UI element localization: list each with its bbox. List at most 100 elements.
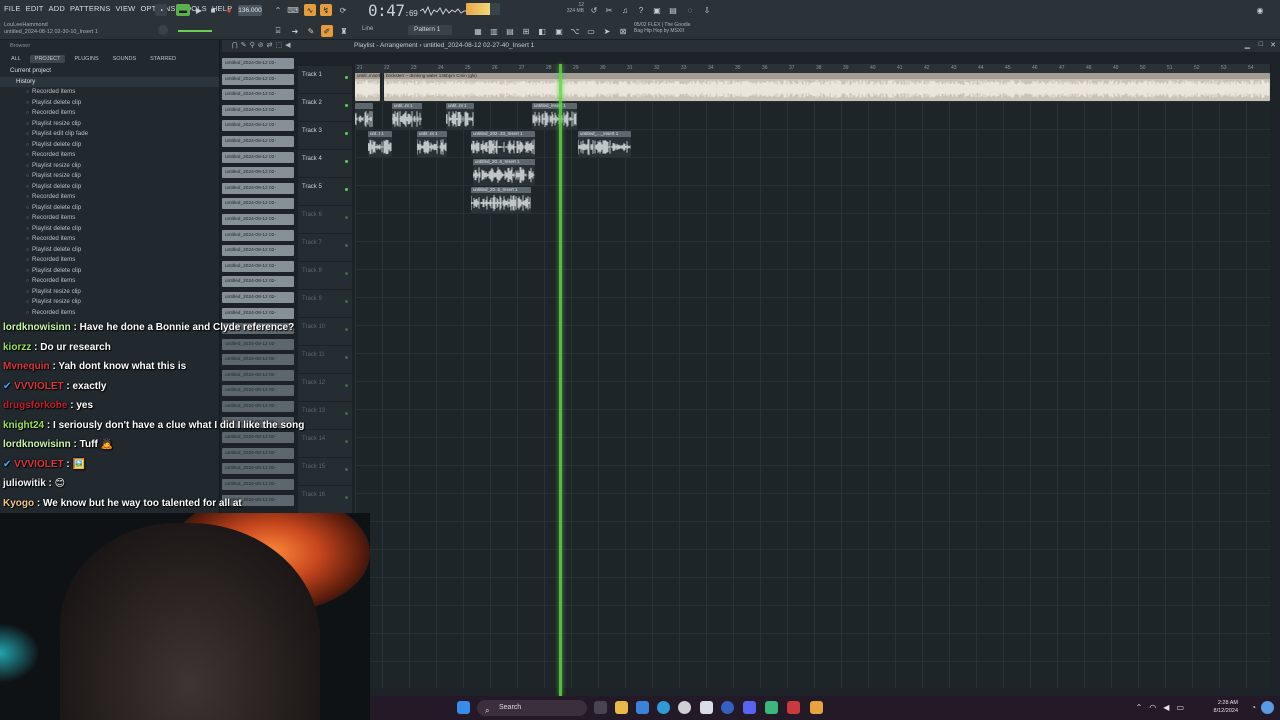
audio-clip[interactable]: untitled_202..33_Insert 1 — [471, 131, 535, 157]
wifi-icon[interactable]: ◠ — [1149, 703, 1156, 712]
bell-icon[interactable]: ◔ — [1251, 703, 1256, 712]
track-mute-led[interactable] — [345, 104, 348, 107]
track-header[interactable]: Track 5 — [298, 178, 352, 206]
zoom-icon[interactable]: ⚲ — [250, 41, 255, 49]
history-item[interactable]: Playlist delete clip — [0, 182, 219, 193]
track-header[interactable]: Track 1 — [298, 66, 352, 94]
tempo-display[interactable]: 136.000 — [238, 5, 262, 16]
track-header[interactable]: Track 3 — [298, 122, 352, 150]
history-item[interactable]: Playlist resize clip — [0, 287, 219, 298]
track-header[interactable]: Track 8 — [298, 262, 352, 290]
history-item[interactable]: Recorded items — [0, 108, 219, 119]
minimize-icon[interactable]: ▁ — [1245, 41, 1250, 49]
audio-clip[interactable]: untit..nt 1 — [446, 103, 474, 129]
app-red-icon[interactable] — [787, 701, 800, 714]
browser-tab-project[interactable]: PROJECT — [29, 55, 66, 63]
audio-clip[interactable]: untitl..Insert — [355, 73, 380, 101]
history-item[interactable]: Recorded items — [0, 276, 219, 287]
maximize-icon[interactable]: □ — [1259, 41, 1263, 48]
track-header[interactable]: Track 6 — [298, 206, 352, 234]
chat-username[interactable]: lordknowisinn — [3, 439, 71, 450]
browser-tab-plugins[interactable]: PLUGINS — [69, 55, 103, 63]
clip-source-item[interactable]: untitled_2024-08-12 02- — [222, 104, 294, 116]
master-volume-knob[interactable] — [158, 25, 168, 35]
playhead[interactable] — [559, 64, 562, 696]
clip-source-item[interactable]: untitled_2024-08-12 02- — [222, 182, 294, 194]
select-icon[interactable]: ⬚ — [276, 41, 283, 49]
master-pitch-slider[interactable] — [178, 30, 212, 32]
history-item[interactable]: Recorded items — [0, 87, 219, 98]
close-icon[interactable]: ✕ — [1270, 41, 1276, 49]
slip-icon[interactable]: ⇄ — [267, 41, 273, 49]
mute-icon[interactable]: ⊘ — [258, 41, 264, 49]
step-edit-icon[interactable]: ∿ — [304, 4, 316, 16]
channel-rack-icon[interactable]: ▤ — [504, 25, 516, 37]
history-item[interactable]: Recorded items — [0, 234, 219, 245]
audio-clip[interactable]: untitled_20..6_Insert 1 — [473, 159, 535, 185]
stop-icon[interactable]: ■ — [207, 4, 219, 16]
menu-patterns[interactable]: PATTERNS — [70, 4, 111, 13]
history-item[interactable]: Playlist resize clip — [0, 161, 219, 172]
track-mute-led[interactable] — [345, 244, 348, 247]
history-item[interactable]: Playlist delete clip — [0, 140, 219, 151]
chat-username[interactable]: kiorzz — [3, 342, 31, 353]
clip-source-item[interactable]: untitled_2024-08-12 02- — [222, 198, 294, 210]
clock[interactable]: 2:28 AM 8/12/2024 — [1214, 699, 1238, 715]
audio-clip[interactable]: untit..nt 1 — [417, 131, 447, 157]
chat-username[interactable]: Mvnequin — [3, 361, 50, 372]
news-panel[interactable]: 05/02 FLEX | The Goodie Bag Hip Hop by M… — [634, 22, 691, 34]
clip-source-item[interactable]: untitled_2024-08-12 02- — [222, 73, 294, 85]
piano-roll-icon[interactable]: ▥ — [488, 25, 500, 37]
help-icon[interactable]: ? — [635, 4, 647, 16]
loop-record-icon[interactable]: ⟳ — [337, 4, 349, 16]
clip-source-item[interactable]: untitled_2024-08-12 02- — [222, 229, 294, 241]
clip-source-item[interactable]: untitled_2024-08-12 02- — [222, 135, 294, 147]
playlist-icon[interactable]: ▦ — [472, 25, 484, 37]
audio-clip[interactable] — [355, 103, 373, 129]
track-header[interactable]: Track 4 — [298, 150, 352, 178]
audio-clip[interactable]: bricksterr – drinking water 136bpm Cmin … — [384, 73, 1270, 101]
audio-clip[interactable]: untitled_..._Insert 1 — [578, 131, 631, 157]
app-icon[interactable] — [721, 701, 734, 714]
audio-clip[interactable]: untitled_20..5_Insert 1 — [471, 187, 531, 213]
copilot-icon[interactable] — [1261, 701, 1274, 714]
clip-source-item[interactable]: untitled_2024-08-12 02- — [222, 151, 294, 163]
track-header[interactable]: Track 7 — [298, 234, 352, 262]
track-header[interactable]: Track 2 — [298, 94, 352, 122]
history-item[interactable]: Playlist resize clip — [0, 119, 219, 130]
paint-icon[interactable]: ✐ — [321, 25, 333, 37]
mixer-icon[interactable]: ⊞ — [520, 25, 532, 37]
undo-icon[interactable]: ↺ — [588, 4, 600, 16]
browser-tab-all[interactable]: ALL — [6, 55, 26, 63]
browser-icon[interactable]: ▣ — [553, 25, 565, 37]
typing-keyboard-icon[interactable]: ⌨ — [287, 4, 299, 16]
plugin-picker-icon[interactable]: ◧ — [536, 25, 548, 37]
metronome-icon[interactable]: ◔ — [155, 4, 167, 16]
history-item[interactable]: Recorded items — [0, 213, 219, 224]
cut-icon[interactable]: ✂ — [603, 4, 615, 16]
snap-mode[interactable]: Line — [362, 26, 373, 32]
clip-source-item[interactable]: untitled_2024-08-12 02- — [222, 213, 294, 225]
browser-tab-sounds[interactable]: SOUNDS — [108, 55, 142, 63]
track-mute-led[interactable] — [345, 188, 348, 191]
history-item[interactable]: Playlist delete clip — [0, 203, 219, 214]
clip-source-item[interactable]: untitled_2024-08-12 02- — [222, 245, 294, 257]
audio-clip[interactable]: untit..nt 1 — [392, 103, 422, 129]
menu-file[interactable]: FILE — [4, 4, 21, 13]
history-item[interactable]: Playlist delete clip — [0, 245, 219, 256]
fl-studio-icon[interactable] — [810, 701, 823, 714]
brush-icon[interactable]: ♜ — [338, 25, 350, 37]
history-item[interactable]: Playlist delete clip — [0, 266, 219, 277]
magnet-icon[interactable]: ⋂ — [232, 41, 238, 49]
touch-keyboard-icon[interactable]: ▭ — [585, 25, 597, 37]
discord-icon[interactable] — [743, 701, 756, 714]
save-icon[interactable]: ▣ — [651, 4, 663, 16]
clip-source-item[interactable]: untitled_2024-08-12 02- — [222, 291, 294, 303]
audio-clip[interactable]: unt..t 1 — [368, 131, 392, 157]
chat-username[interactable]: juliowitik — [3, 478, 46, 489]
history-item[interactable]: Playlist delete clip — [0, 224, 219, 235]
download-icon[interactable]: ⇩ — [701, 4, 713, 16]
edge-icon[interactable] — [657, 701, 670, 714]
history-item[interactable]: Playlist delete clip — [0, 98, 219, 109]
play-icon[interactable]: ▶ — [193, 4, 205, 16]
